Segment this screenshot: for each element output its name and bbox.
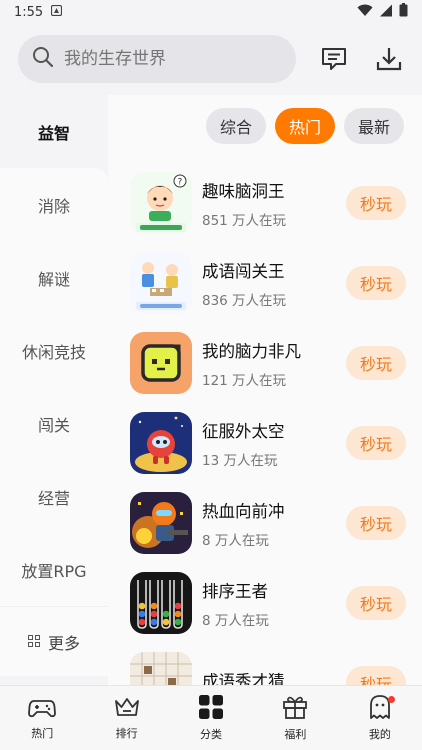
game-info: 我的脑力非凡 121 万人在玩 [202,338,301,389]
game-name: 征服外太空 [202,421,285,441]
game-row[interactable]: ? 趣味脑洞王 851 万人在玩 秒玩 [108,163,422,243]
game-name: 排序王者 [202,581,268,601]
sidebar-item-casual[interactable]: 休闲竞技 [0,314,108,387]
sidebar-item-levels[interactable]: 闯关 [0,387,108,460]
tab-mine-label: 我的 [368,728,391,741]
game-info: 趣味脑洞王 851 万人在玩 [202,178,286,229]
game-players: 836 万人在玩 [202,292,287,309]
search-row [18,35,406,83]
grid-icon [198,694,224,724]
play-button[interactable]: 秒玩 [346,346,406,380]
search-input[interactable] [64,49,264,69]
idiom-grid-icon [130,652,192,685]
game-info: 热血向前冲 8 万人在玩 [202,498,285,549]
tab-hot[interactable]: 热门 [0,686,84,750]
filter-hot[interactable]: 热门 [274,108,335,144]
game-row[interactable]: 成语闯关王 836 万人在玩 秒玩 [108,243,422,323]
play-button[interactable]: 秒玩 [346,666,406,685]
play-button[interactable]: 秒玩 [346,586,406,620]
download-icon[interactable] [373,43,405,75]
game-name: 热血向前冲 [202,501,285,521]
game-players: 851 万人在玩 [202,212,287,229]
status-time: 1:55 [14,4,44,20]
svg-text:?: ? [178,178,183,188]
game-row[interactable]: 热血向前冲 8 万人在玩 秒玩 [108,483,422,563]
game-players: 8 万人在玩 [202,532,269,549]
message-icon[interactable] [318,43,350,75]
tv-face-icon [130,332,192,394]
chess-kids-icon [130,252,192,314]
filter-newest[interactable]: 最新 [343,108,404,144]
tab-category[interactable]: 分类 [169,686,253,750]
game-players: 13 万人在玩 [202,452,278,469]
game-players: 121 万人在玩 [202,372,287,389]
game-panel: 综合 热门 最新 ? 趣味脑洞王 851 万人在玩 秒玩 成语闯关王 836 万… [108,95,422,685]
sidebar-item-riddle[interactable]: 解谜 [0,241,108,314]
game-info: 成语秀才猜 [202,668,285,686]
play-button[interactable]: 秒玩 [346,506,406,540]
category-sidebar: 益智 消除 解谜 休闲竞技 闯关 经营 放置RPG 更多 [0,95,108,676]
tab-mine[interactable]: 我的 [338,686,422,750]
game-info: 成语闯关王 836 万人在玩 [202,258,286,309]
tab-category-label: 分类 [200,728,223,741]
signal-icon [379,4,393,21]
notification-badge [387,696,395,703]
grid-small-icon [27,632,40,651]
search-box[interactable] [18,35,296,83]
sidebar-more-label: 更多 [47,633,80,653]
gift-icon [282,694,308,724]
cartoon-kid-icon: ? [130,172,192,234]
tab-welfare[interactable]: 福利 [253,686,337,750]
sidebar-list: 消除 解谜 休闲竞技 闯关 经营 放置RPG 更多 [0,168,108,676]
tab-ranking-label: 排行 [115,727,138,740]
sidebar-item-idle-rpg[interactable]: 放置RPG [0,533,108,606]
game-name: 趣味脑洞王 [202,181,285,201]
sidebar-item-management[interactable]: 经营 [0,460,108,533]
soldier-icon [130,492,192,554]
filter-comprehensive[interactable]: 综合 [205,108,266,144]
play-button[interactable]: 秒玩 [346,266,406,300]
bottom-tab-bar: 热门 排行 分类 福利 我的 [0,685,422,750]
game-info: 征服外太空 13 万人在玩 [202,418,285,469]
tab-ranking[interactable]: 排行 [84,686,168,750]
game-row[interactable]: 排序王者 8 万人在玩 秒玩 [108,563,422,643]
tab-welfare-label: 福利 [284,728,307,741]
game-list: ? 趣味脑洞王 851 万人在玩 秒玩 成语闯关王 836 万人在玩 秒玩 我的… [108,163,422,685]
space-monster-icon [130,412,192,474]
wifi-icon [357,4,373,21]
tab-hot-label: 热门 [31,727,54,740]
game-info: 排序王者 8 万人在玩 [202,578,269,629]
crown-icon [113,695,141,723]
sidebar-more-button[interactable]: 更多 [0,606,108,676]
sidebar-item-puzzle[interactable]: 益智 [0,95,108,168]
battery-icon [399,3,408,21]
game-players: 8 万人在玩 [202,612,269,629]
search-icon [32,46,54,72]
game-row[interactable]: 成语秀才猜 秒玩 [108,643,422,685]
game-row[interactable]: 我的脑力非凡 121 万人在玩 秒玩 [108,323,422,403]
play-button[interactable]: 秒玩 [346,186,406,220]
ball-sort-icon [130,572,192,634]
filter-bar: 综合 热门 最新 [205,108,404,144]
status-bar: 1:55 [0,0,422,24]
game-name: 成语秀才猜 [202,671,285,686]
game-name: 我的脑力非凡 [202,341,301,361]
sidebar-item-match[interactable]: 消除 [0,168,108,241]
notification-icon [51,4,63,20]
gamepad-icon [28,695,57,723]
play-button[interactable]: 秒玩 [346,426,406,460]
game-row[interactable]: 征服外太空 13 万人在玩 秒玩 [108,403,422,483]
game-name: 成语闯关王 [202,261,285,281]
